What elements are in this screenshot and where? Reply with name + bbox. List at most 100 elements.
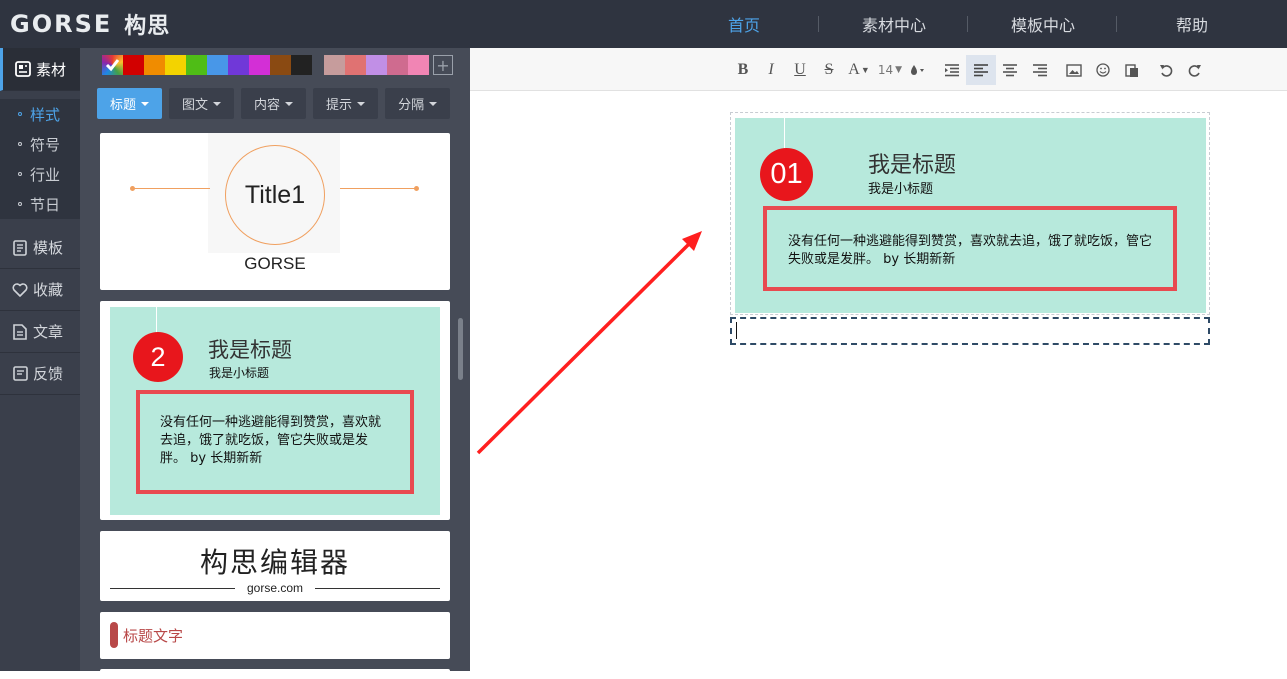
caret-down-icon (357, 101, 366, 106)
line-dot-right (414, 186, 419, 191)
align-center-button[interactable] (1000, 59, 1020, 81)
hang-line (784, 118, 785, 148)
card-heading: 我是标题 (208, 338, 292, 362)
swatch-green[interactable] (186, 55, 207, 75)
nav-divider (967, 16, 968, 32)
paste-button[interactable] (1122, 59, 1142, 81)
strikethrough-button[interactable]: S (820, 59, 838, 81)
swatch-magenta[interactable] (249, 55, 270, 75)
emoji-button[interactable] (1093, 59, 1113, 81)
swatch-purple[interactable] (228, 55, 249, 75)
tab-title[interactable]: 标题 (97, 88, 163, 119)
swatch-light-5[interactable] (408, 55, 429, 75)
sidebar-sub-festival[interactable]: 节日 (0, 189, 80, 219)
sidebar-sub-label: 样式 (30, 105, 61, 124)
sidebar-item-label: 模板 (33, 239, 64, 257)
tab-image-text[interactable]: 图文 (169, 88, 235, 119)
redo-button[interactable] (1185, 59, 1205, 81)
caret-down-icon: ▼ (860, 65, 870, 75)
nav-template-center[interactable]: 模板中心 (993, 0, 1093, 48)
nav-material-center[interactable]: 素材中心 (844, 0, 944, 48)
template-card-editor[interactable]: 构思编辑器 gorse.com (100, 531, 450, 601)
logo[interactable]: GORSE 构思 (10, 8, 170, 40)
swatch-light-4[interactable] (387, 55, 408, 75)
swatch-black[interactable] (291, 55, 312, 75)
tab-content[interactable]: 内容 (241, 88, 307, 119)
sidebar-item-material[interactable]: 素材 (0, 48, 80, 91)
block-heading[interactable]: 我是标题 (868, 147, 956, 179)
tab-label: 内容 (254, 98, 281, 113)
tab-divider[interactable]: 分隔 (385, 88, 451, 119)
underline-button[interactable]: U (791, 59, 809, 81)
indent-button[interactable] (942, 59, 962, 81)
bold-button[interactable]: B (734, 59, 752, 81)
undo-icon (1160, 65, 1173, 77)
swatch-blue[interactable] (207, 55, 228, 75)
italic-button[interactable]: I (762, 59, 780, 81)
quote-text: 没有任何一种逃避能得到赞赏，喜欢就去追，饿了就吃饭，管它失败或是发胖。 by 长… (160, 415, 382, 466)
tab-label: 提示 (326, 98, 353, 113)
nav-divider (1116, 16, 1117, 32)
align-left-icon (974, 64, 988, 77)
swatch-orange[interactable] (144, 55, 165, 75)
feedback-icon (11, 365, 29, 383)
material-icon (14, 60, 32, 78)
divider-line-left (132, 188, 210, 189)
swatch-light-3[interactable] (366, 55, 387, 75)
sidebar-sub-label: 节日 (30, 195, 61, 214)
quote-text: 没有任何一种逃避能得到赞赏，喜欢就去追，饿了就吃饭，管它失败或是发胖。 by 长… (788, 234, 1153, 267)
sidebar-item-template[interactable]: 模板 (0, 227, 80, 269)
align-right-button[interactable] (1030, 59, 1050, 81)
sidebar-sub-label: 符号 (30, 135, 61, 154)
sidebar-sub-symbol[interactable]: 符号 (0, 129, 80, 159)
sidebar-item-label: 反馈 (33, 365, 64, 383)
card-subheading: 我是小标题 (209, 366, 270, 380)
add-swatch-icon[interactable]: + (433, 55, 453, 75)
sidebar-item-label: 收藏 (33, 281, 64, 299)
tab-label: 标题 (110, 98, 137, 113)
nav-home[interactable]: 首页 (694, 0, 794, 48)
align-left-button[interactable] (966, 55, 996, 85)
swatch-yellow[interactable] (165, 55, 186, 75)
font-size-select[interactable]: 14 ▼ (875, 59, 905, 81)
panel-scrollbar[interactable] (458, 318, 463, 380)
swatch-light-1[interactable] (324, 55, 345, 75)
tab-label: 分隔 (398, 98, 425, 113)
background-color-button[interactable] (907, 59, 929, 81)
sidebar-sub-style[interactable]: 样式 (0, 99, 80, 129)
text-cursor (736, 322, 737, 339)
swatch-red[interactable] (123, 55, 144, 75)
color-picker-icon[interactable] (102, 55, 123, 75)
template-card-title1[interactable]: Title1 GORSE (100, 133, 450, 290)
indent-icon (945, 64, 959, 77)
font-color-button[interactable]: A ▼ (846, 59, 872, 81)
sidebar-item-favorites[interactable]: 收藏 (0, 269, 80, 311)
card-heading: 构思编辑器 (199, 546, 350, 579)
sidebar-item-label: 素材 (36, 60, 67, 79)
swatch-brown[interactable] (270, 55, 291, 75)
empty-paragraph-line[interactable] (730, 317, 1210, 345)
label-text: 标题文字 (123, 627, 184, 645)
tab-tips[interactable]: 提示 (313, 88, 379, 119)
quote-box[interactable]: 没有任何一种逃避能得到赞赏，喜欢就去追，饿了就吃饭，管它失败或是发胖。 by 长… (763, 206, 1177, 291)
caret-down-icon (213, 101, 222, 106)
caret-down-icon (429, 101, 438, 106)
block-subheading[interactable]: 我是小标题 (868, 178, 933, 197)
article-icon (11, 323, 29, 341)
sidebar-item-feedback[interactable]: 反馈 (0, 353, 80, 395)
sidebar-item-articles[interactable]: 文章 (0, 311, 80, 353)
caret-down-icon: ▼ (895, 65, 903, 75)
bullet-icon (18, 112, 22, 116)
swatch-light-2[interactable] (345, 55, 366, 75)
nav-help[interactable]: 帮助 (1142, 0, 1242, 48)
bullet-icon (18, 202, 22, 206)
sidebar-sub-industry[interactable]: 行业 (0, 159, 80, 189)
bullet-icon (18, 142, 22, 146)
drag-arrow-icon (476, 231, 702, 455)
template-card-label[interactable]: 标题文字 (100, 612, 450, 659)
undo-button[interactable] (1156, 59, 1176, 81)
divider-line-right (340, 188, 418, 189)
template-card-numbered[interactable]: 2 我是标题 我是小标题 没有任何一种逃避能得到赞赏，喜欢就去追，饿了就吃饭，管… (100, 301, 450, 520)
insert-image-button[interactable] (1064, 59, 1084, 81)
template-icon (11, 239, 29, 257)
